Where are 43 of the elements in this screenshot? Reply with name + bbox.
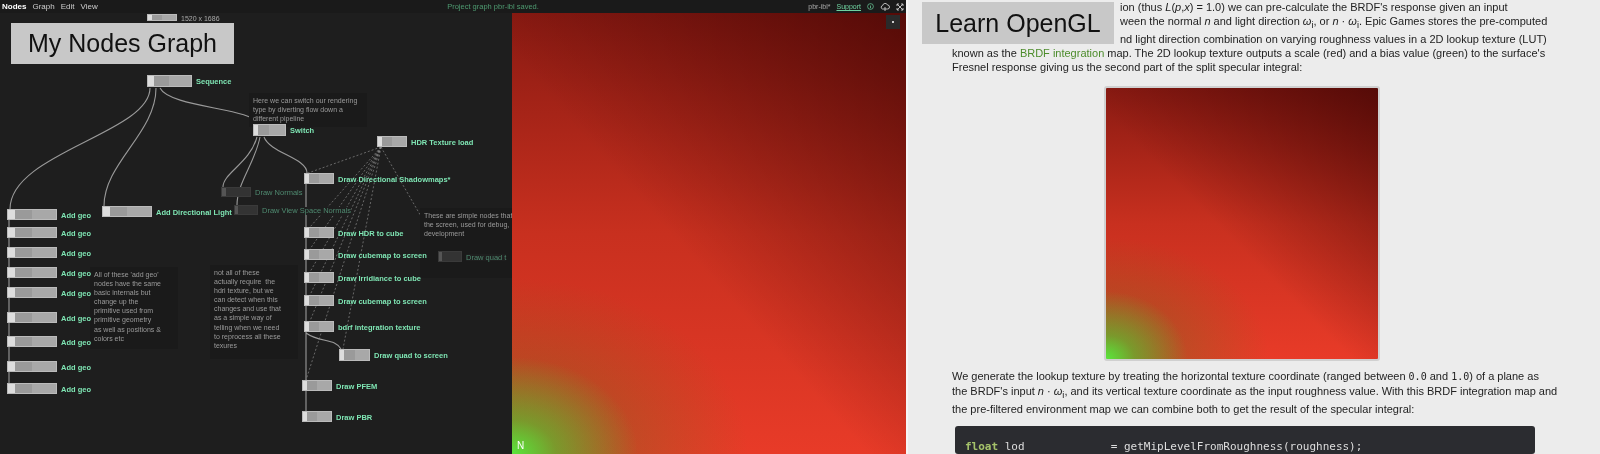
- node-thumbnail[interactable]: [234, 205, 258, 215]
- graph-title: My Nodes Graph: [11, 23, 234, 64]
- code-block: float lod = getMipLevelFromRoughness(roughness);: [955, 426, 1535, 454]
- viewport-label: N: [517, 440, 525, 451]
- text-line: ion (thus L(p,x) = 1.0) we can pre-calculate the BRDF's response given an input: [1120, 0, 1508, 14]
- paragraph: We generate the lookup texture by treating the horizontal texture coordinate (ranged between 0.0 and 1.0) of a plane as the BRDF's input n · ω$_{i}$, and its vertical texture coordinate as the input roughness value. With this BRDF integration map and the pre-filtered environment map we can combine both to get the result of the specular integral:: [952, 368, 1559, 416]
- node-thumbnail[interactable]: [7, 287, 57, 298]
- node-thumbnail[interactable]: [304, 321, 334, 332]
- page-title: Learn OpenGL: [922, 2, 1114, 44]
- node-thumbnail[interactable]: [253, 124, 286, 136]
- node-thumbnail[interactable]: [377, 136, 407, 147]
- node-thumbnail[interactable]: [7, 227, 57, 238]
- node-thumbnail[interactable]: [304, 227, 334, 238]
- info-icon[interactable]: [867, 3, 874, 10]
- node-thumbnail[interactable]: [438, 251, 462, 262]
- text-line: nd light direction combination on varying roughness values in a 2D lookup texture (LUT): [1120, 32, 1547, 47]
- paragraph: known as the BRDF integration map. The 2D lookup texture outputs a scale (red) and a bias value (green) to the surface's Fresnel response giving us the second part of the split specular integral:: [952, 46, 1547, 75]
- node-thumbnail[interactable]: [147, 75, 192, 87]
- node-thumbnail[interactable]: [304, 173, 334, 184]
- node-thumbnail[interactable]: [304, 272, 334, 283]
- node-thumbnail[interactable]: [7, 267, 57, 278]
- node-thumbnail[interactable]: [147, 14, 177, 21]
- node-thumbnail[interactable]: [7, 383, 57, 394]
- menu-item[interactable]: Nodes: [2, 2, 27, 11]
- cloud-icon[interactable]: [880, 2, 890, 11]
- node-thumbnail[interactable]: [302, 380, 332, 391]
- node-thumbnail[interactable]: [7, 312, 57, 323]
- node-thumbnail[interactable]: [304, 249, 334, 260]
- node-thumbnail[interactable]: [339, 349, 370, 361]
- node-thumbnail[interactable]: [304, 295, 334, 306]
- node-thumbnail[interactable]: [302, 411, 332, 422]
- menu-item[interactable]: View: [80, 2, 98, 11]
- node-thumbnail[interactable]: [221, 187, 251, 197]
- node-thumbnail[interactable]: [7, 336, 57, 347]
- text-line: ween the normal n and light direction ω$_{i}$, or n · ω$_{i}$. Epic Games stores the pre-computed: [1120, 14, 1548, 33]
- node-thumbnail[interactable]: [7, 209, 57, 220]
- node-thumbnail[interactable]: [7, 247, 57, 258]
- menu-item[interactable]: Graph: [32, 2, 55, 11]
- node-thumbnail[interactable]: [7, 361, 57, 372]
- brdf-link[interactable]: BRDF integration: [1019, 47, 1105, 60]
- fullscreen-icon[interactable]: [896, 2, 904, 11]
- menu-item[interactable]: Edit: [60, 2, 75, 11]
- node-thumbnail[interactable]: [102, 206, 152, 217]
